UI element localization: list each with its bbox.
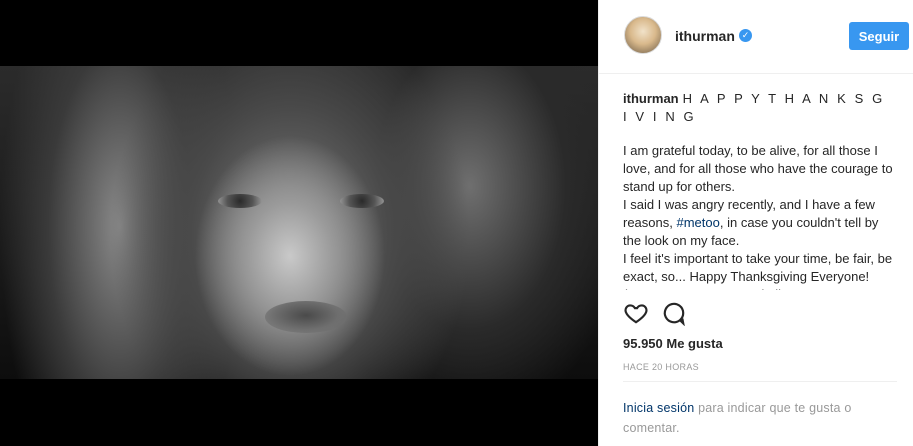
heart-icon[interactable]: [623, 300, 649, 326]
post-side-panel: ithurman ✓ Seguir ithurman H A P P Y T H …: [598, 0, 913, 446]
login-link[interactable]: Inicia sesión: [623, 401, 694, 415]
post-media[interactable]: [0, 0, 598, 446]
caption: ithurman H A P P Y T H A N K S G I V I N …: [623, 90, 893, 290]
caption-username[interactable]: ithurman: [623, 91, 679, 106]
caption-paragraph: I am grateful today, to be alive, for al…: [623, 143, 893, 194]
caption-paragraph: I feel it's important to take your time,…: [623, 251, 893, 290]
post-header: ithurman ✓ Seguir: [599, 0, 913, 74]
username[interactable]: ithurman: [675, 28, 735, 44]
hashtag-link[interactable]: #metoo: [676, 215, 719, 230]
lips: [265, 301, 347, 333]
login-prompt: Inicia sesión para indicar que te gusta …: [623, 398, 898, 438]
follow-button[interactable]: Seguir: [849, 22, 909, 50]
caption-body: I am grateful today, to be alive, for al…: [623, 142, 893, 290]
likes-count[interactable]: 95.950 Me gusta: [623, 336, 723, 351]
verified-badge-icon: ✓: [739, 29, 752, 42]
left-eye: [218, 194, 262, 208]
caption-paragraph: I said I was angry recently, and I have …: [623, 196, 893, 250]
caption-title: ithurman H A P P Y T H A N K S G I V I N …: [623, 90, 893, 126]
post-photo[interactable]: [0, 66, 598, 379]
right-eye: [340, 194, 384, 208]
post-timestamp: HACE 20 HORAS: [623, 362, 699, 372]
avatar[interactable]: [624, 16, 662, 54]
comment-icon[interactable]: [661, 300, 687, 326]
divider: [623, 381, 897, 382]
